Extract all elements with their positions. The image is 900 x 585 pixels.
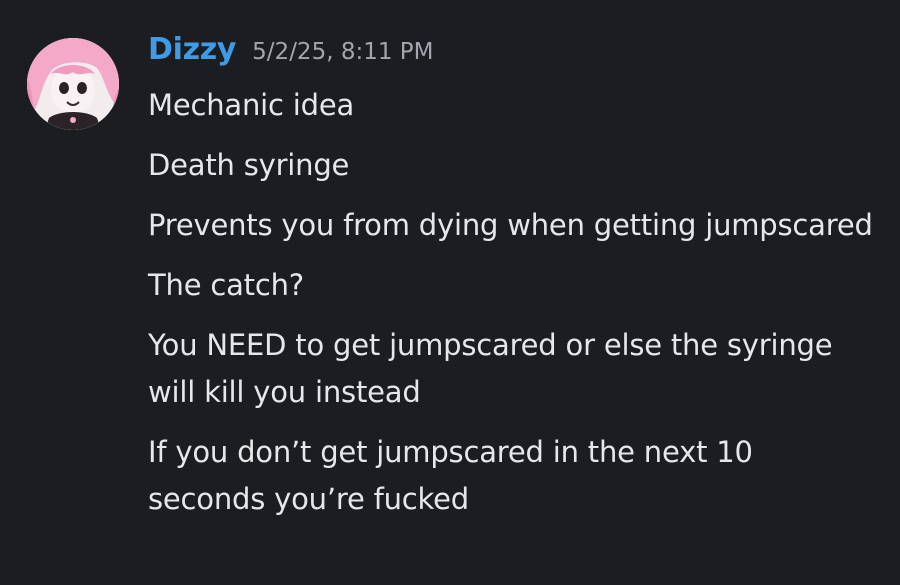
username[interactable]: Dizzy bbox=[148, 32, 236, 67]
message-content: Mechanic idea Death syringe Prevents you… bbox=[148, 82, 878, 536]
message-line: Mechanic idea bbox=[148, 88, 355, 122]
chat-message: Dizzy 5/2/25, 8:11 PM Mechanic idea Deat… bbox=[0, 0, 900, 585]
message-line: Death syringe bbox=[148, 148, 350, 182]
avatar-icon bbox=[27, 38, 119, 130]
user-avatar[interactable] bbox=[27, 38, 119, 130]
message-line: The catch? bbox=[148, 268, 304, 302]
message-line: If you don’t get jumpscared in the next … bbox=[148, 435, 753, 516]
message-header: Dizzy 5/2/25, 8:11 PM bbox=[148, 32, 434, 76]
message-timestamp[interactable]: 5/2/25, 8:11 PM bbox=[252, 39, 433, 65]
message-line: You NEED to get jumpscared or else the s… bbox=[148, 328, 833, 409]
message-line: Prevents you from dying when getting jum… bbox=[148, 208, 873, 242]
